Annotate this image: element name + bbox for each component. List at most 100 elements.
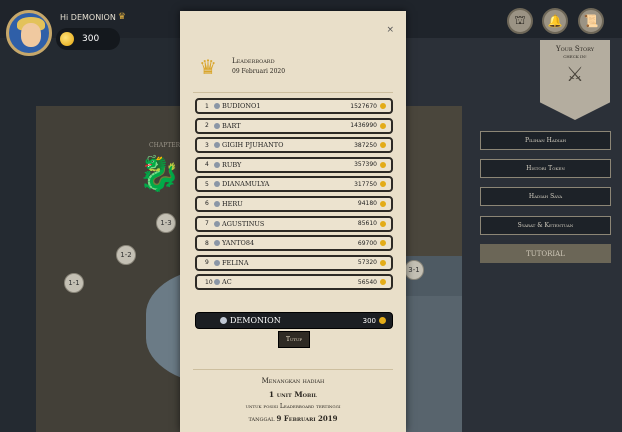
coin-icon: [380, 142, 386, 149]
current-player-name: DEMONION: [230, 316, 281, 325]
row-score: 56540: [357, 278, 377, 286]
prize-date-prefix: tanggal: [248, 415, 275, 423]
row-rank: 3: [205, 141, 209, 149]
coin-icon: [380, 259, 386, 266]
menu-pilihan-hadiah[interactable]: Pilihan Hadiah: [480, 131, 611, 150]
leaderboard-row: 10 AC 56540: [195, 274, 393, 291]
coin-icon: [380, 279, 386, 286]
coin-icon: [380, 103, 386, 109]
coin-icon: [380, 181, 386, 188]
coin-icon: [380, 122, 386, 129]
rank-badge-icon: [214, 103, 220, 109]
prize-line-1: Menangkan hadiah: [261, 377, 325, 385]
map-node-label: 1-1: [68, 279, 80, 287]
crossed-swords-icon: ⚔: [566, 62, 584, 86]
scroll-icon[interactable]: 📜: [578, 8, 604, 34]
prize-line-3: untuk posisi Leaderboard tertinggi: [245, 403, 341, 410]
row-name: FELINA: [222, 258, 249, 267]
divider: [193, 369, 393, 370]
prize-line-4: tanggal 9 Februari 2019: [180, 414, 406, 423]
rank-badge-icon: [214, 161, 220, 168]
leaderboard-row: 4 RUBY 357390: [195, 156, 393, 173]
coin-icon: [60, 32, 74, 46]
row-score: 1436990: [350, 122, 377, 130]
row-name: RUBY: [222, 160, 242, 169]
leaderboard-date: 09 Februari 2020: [232, 68, 286, 75]
menu-label: Histori Token: [526, 165, 565, 172]
leaderboard-row: 9 FELINA 57320: [195, 254, 393, 271]
close-icon[interactable]: ×: [386, 25, 394, 35]
row-score: 387250: [354, 141, 377, 149]
map-node-1-2[interactable]: 1-2: [116, 245, 136, 265]
row-rank: 5: [205, 180, 209, 188]
row-score: 85610: [357, 220, 377, 228]
prize-info: Menangkan hadiah 1 unit Mobil untuk posi…: [180, 377, 406, 423]
map-node-1-1[interactable]: 1-1: [64, 273, 84, 293]
coin-balance-value: 300: [82, 34, 100, 44]
coin-icon: [380, 240, 386, 247]
leaderboard-row: 7 AGUSTINUS 85610: [195, 215, 393, 232]
map-node-label: 3-1: [408, 266, 420, 274]
row-score: 94180: [357, 200, 377, 208]
story-title: Your Story: [555, 45, 595, 53]
story-subtitle: CHECK IN!: [563, 54, 587, 59]
leaderboard-list: 1 BUDIONO1 1527670 2 BART 1436990 3 GIGI…: [195, 98, 393, 294]
row-score: 69700: [357, 239, 377, 247]
map-node-label: 1-2: [120, 251, 132, 259]
rank-badge-icon: [214, 240, 220, 247]
avatar-face: [21, 23, 41, 47]
current-player-row: DEMONION 300: [195, 312, 393, 329]
your-story-banner[interactable]: Your Story CHECK IN! ⚔: [540, 40, 610, 120]
crown-icon: ♛: [117, 12, 126, 22]
menu-tutorial[interactable]: TUTORIAL: [480, 244, 611, 263]
player-greeting: Hi DEMONION ♛: [60, 12, 126, 22]
menu-syarat-ketentuan[interactable]: Syarat & Ketentuan: [480, 216, 611, 235]
menu-label: Hadiah Saya: [528, 193, 563, 200]
close-button[interactable]: Tutup: [278, 331, 310, 348]
leaderboard-row: 2 BART 1436990: [195, 117, 393, 134]
leaderboard-row: 3 GIGIH PJUHANTO 387250: [195, 137, 393, 154]
row-name: BUDIONO1: [222, 102, 261, 110]
leaderboard-row: 8 YANTO84 69700: [195, 235, 393, 252]
leaderboard-row: 1 BUDIONO1 1527670: [195, 98, 393, 114]
leaderboard-row: 5 DIANAMULYA 317750: [195, 176, 393, 193]
prize-date: 9 Februari 2019: [276, 414, 338, 423]
row-name: YANTO84: [222, 239, 255, 248]
leaderboard-row: 6 HERU 94180: [195, 195, 393, 212]
row-rank: 10: [205, 278, 213, 286]
player-greeting-text: Hi DEMONION: [60, 12, 116, 22]
rank-badge-icon: [214, 181, 220, 188]
row-score: 57320: [357, 259, 377, 267]
shop-icon[interactable]: ⛫: [507, 8, 533, 34]
crown-icon: ♛: [199, 55, 217, 79]
row-score: 357390: [354, 161, 377, 169]
rank-badge-icon: [214, 279, 220, 286]
menu-label: Syarat & Ketentuan: [517, 222, 574, 229]
row-name: DIANAMULYA: [222, 180, 270, 189]
rank-badge-icon: [220, 317, 227, 324]
row-rank: 2: [205, 122, 209, 130]
map-node-1-3[interactable]: 1-3: [156, 213, 176, 233]
menu-histori-token[interactable]: Histori Token: [480, 159, 611, 178]
coin-icon: [379, 317, 386, 324]
leaderboard-title: Leaderboard: [232, 57, 275, 65]
row-score: 1527670: [350, 102, 377, 110]
bell-icon[interactable]: 🔔: [542, 8, 568, 34]
current-player-score: 300: [362, 316, 376, 325]
coin-balance: 300: [56, 28, 120, 50]
row-score: 317750: [354, 180, 377, 188]
row-name: BART: [222, 121, 241, 130]
prize-line-2: 1 unit Mobil: [268, 390, 318, 399]
rank-badge-icon: [214, 142, 220, 149]
avatar[interactable]: [6, 10, 52, 56]
coin-icon: [380, 220, 386, 227]
coin-icon: [380, 161, 386, 168]
menu-label: TUTORIAL: [526, 249, 565, 258]
rank-badge-icon: [214, 259, 220, 266]
divider: [193, 92, 393, 93]
row-rank: 6: [205, 200, 209, 208]
menu-hadiah-saya[interactable]: Hadiah Saya: [480, 187, 611, 206]
leaderboard-modal: × ♛ Leaderboard 09 Februari 2020 1 BUDIO…: [180, 11, 406, 432]
map-node-label: 1-3: [160, 219, 172, 227]
map-node-3-1[interactable]: 3-1: [404, 260, 424, 280]
